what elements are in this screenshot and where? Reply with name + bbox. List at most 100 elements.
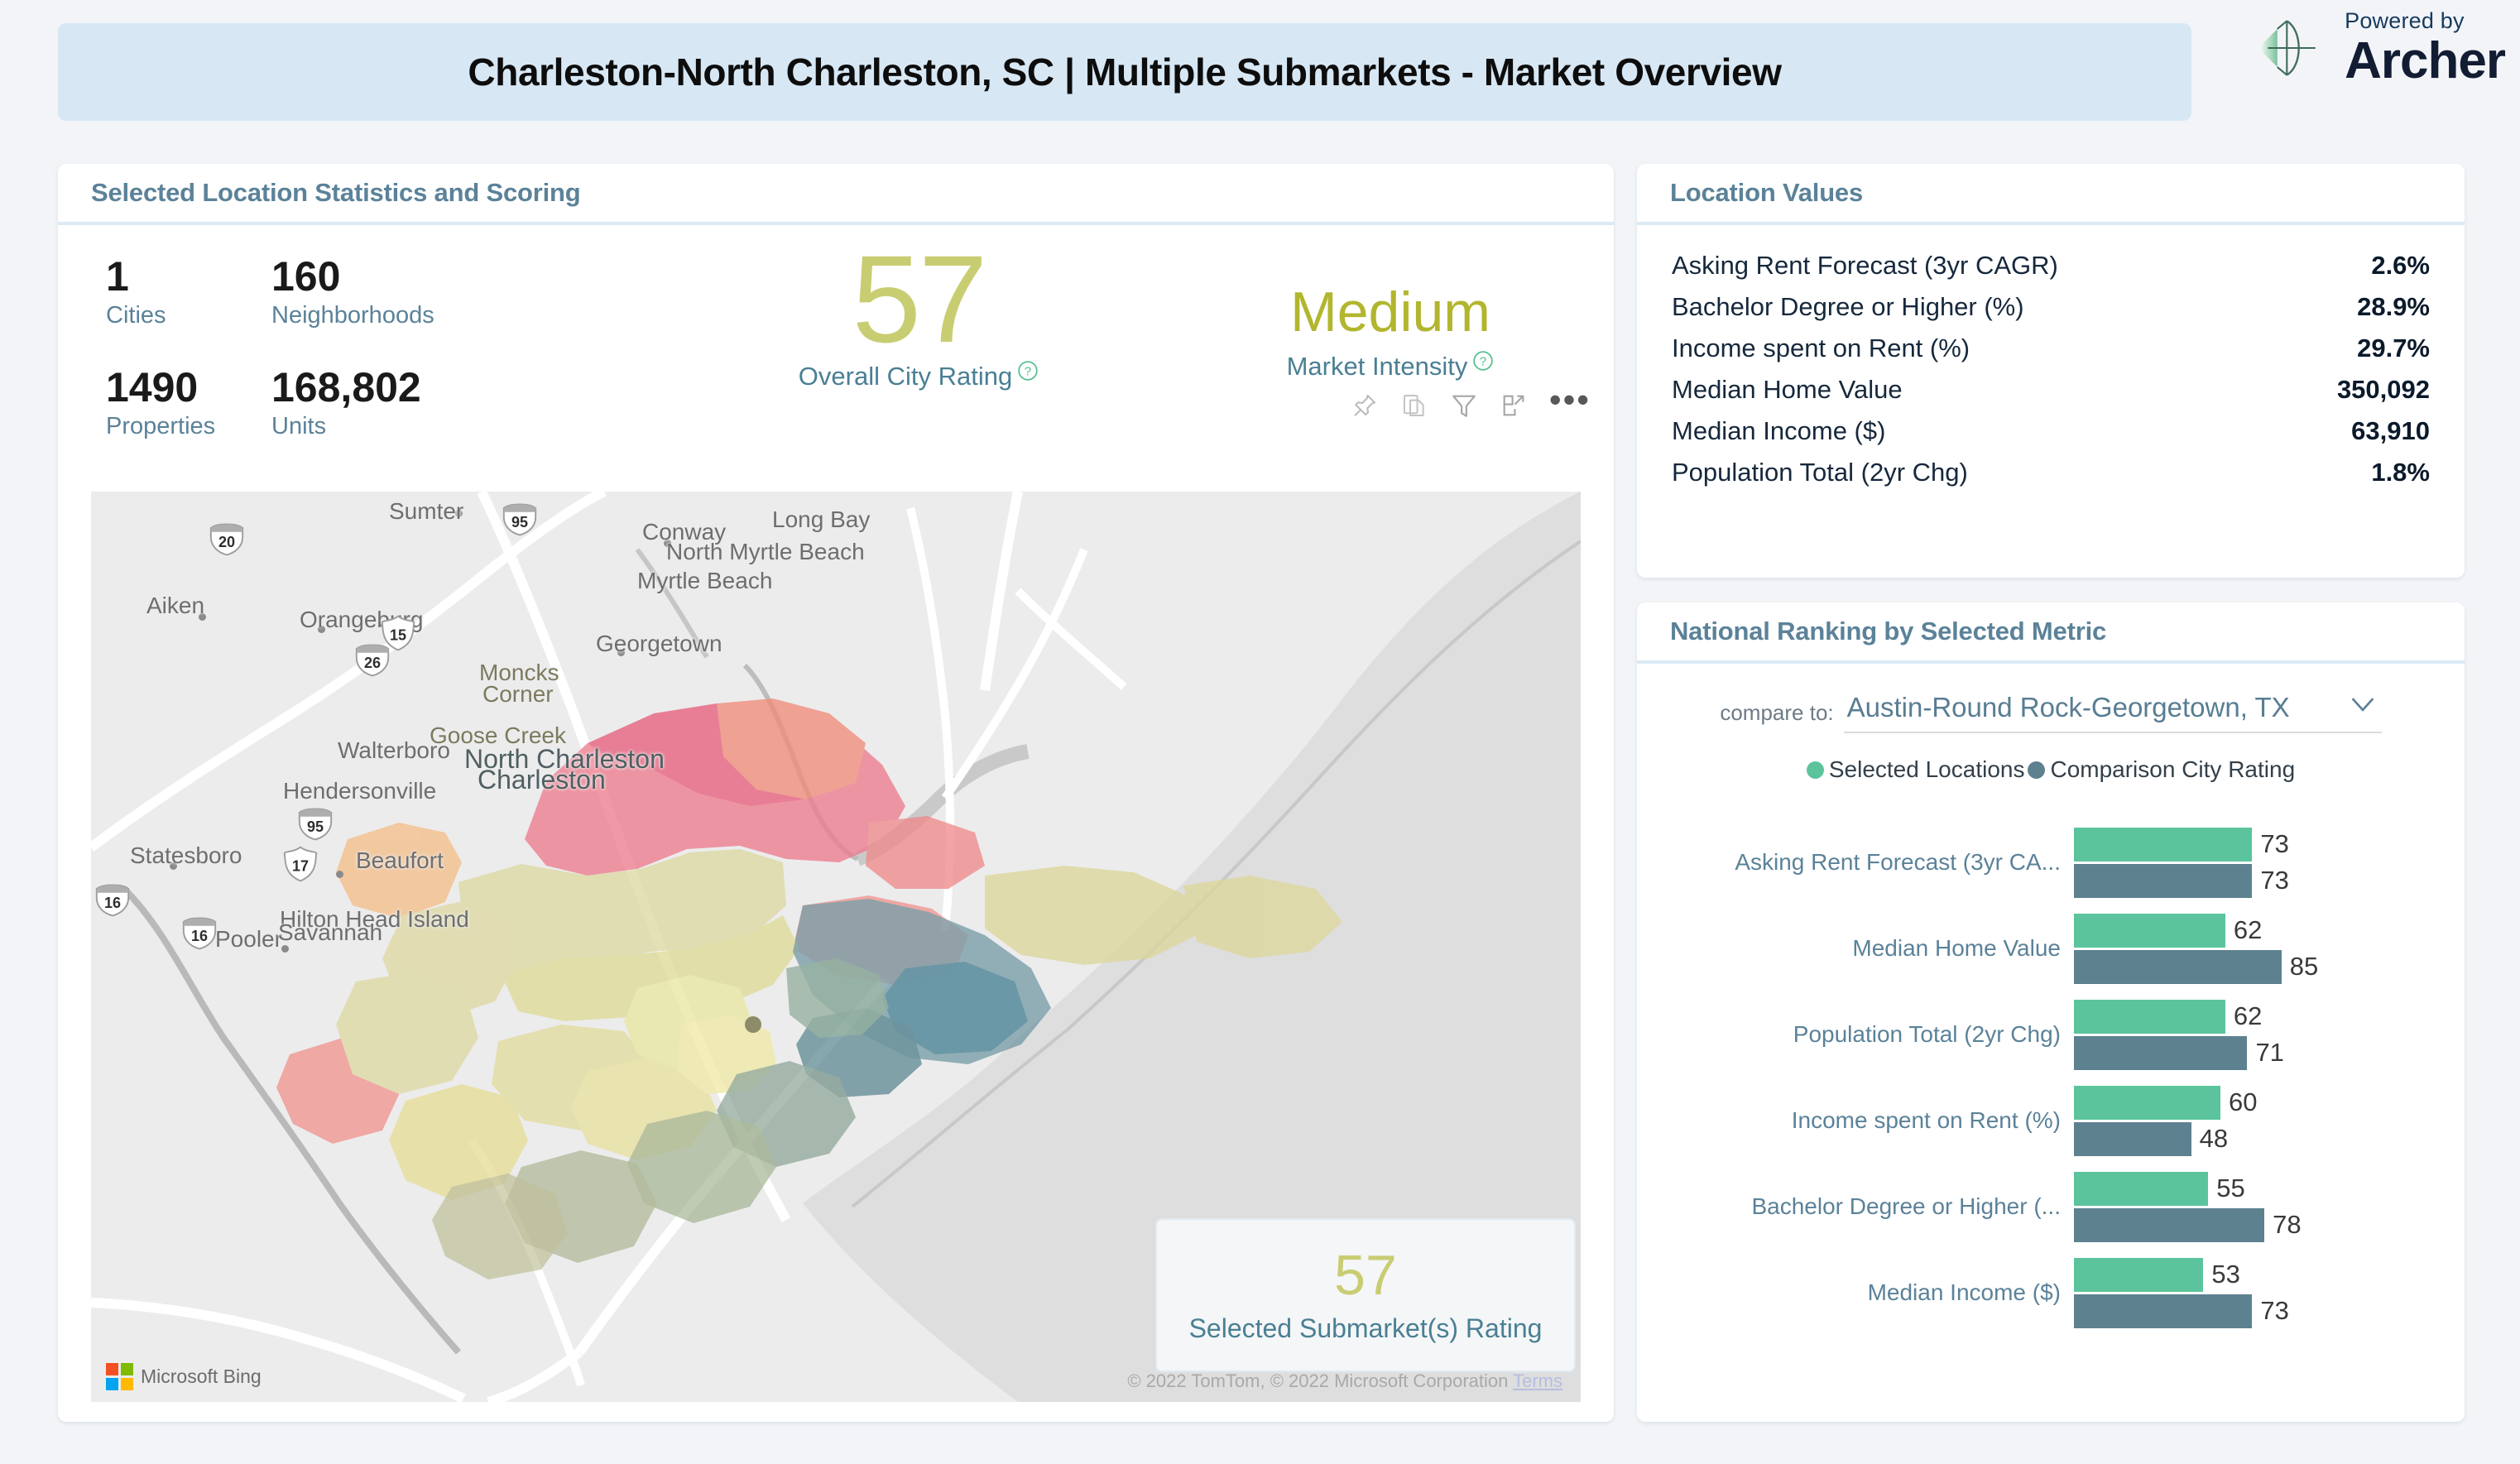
ranking-bar-row[interactable]: Median Home Value 62 85 <box>1655 905 2465 991</box>
highway-number: 17 <box>292 857 309 874</box>
legend-item-comparison-city-rating[interactable]: Comparison City Rating <box>2028 756 2295 783</box>
overall-city-rating-value: 57 <box>852 229 988 368</box>
map-terms-link[interactable]: Terms <box>1513 1370 1562 1391</box>
ranking-bar-label: Population Total (2yr Chg) <box>1793 1021 2061 1047</box>
bar-comparison-city[interactable]: 71 <box>2074 1034 2465 1071</box>
bar-fill <box>2074 1035 2248 1070</box>
ranking-bar-label: Asking Rent Forecast (3yr CA... <box>1735 849 2061 875</box>
bar-fill <box>2074 1121 2191 1156</box>
bar-value-label: 62 <box>2233 915 2263 944</box>
location-values-list: Asking Rent Forecast (3yr CAGR) 2.6% Bache… <box>1637 225 2465 498</box>
kpi-properties-label: Properties <box>106 412 216 439</box>
visual-actions-toolbar: ••• <box>1351 382 1591 420</box>
bar-comparison-city[interactable]: 73 <box>2074 862 2465 899</box>
bar-comparison-city[interactable]: 78 <box>2074 1207 2465 1243</box>
bar-selected-location[interactable]: 53 <box>2074 1256 2465 1293</box>
location-value-name: Income spent on Rent (%) <box>1672 334 1970 362</box>
more-options-icon[interactable]: ••• <box>1549 382 1591 420</box>
map-attribution: © 2022 TomTom, © 2022 Microsoft Corporat… <box>1127 1370 1562 1392</box>
location-values-header: Location Values <box>1637 164 2465 225</box>
map-city-dot <box>455 510 463 517</box>
brand-logo: Powered by Archer <box>2254 7 2506 89</box>
highway-number: 16 <box>104 895 121 911</box>
bar-value-label: 73 <box>2260 866 2289 895</box>
map-city-dot <box>318 626 325 633</box>
question-circle-icon[interactable]: ? <box>1472 350 1494 372</box>
bar-selected-location[interactable]: 62 <box>2074 912 2465 948</box>
location-value-row: Median Home Value 350,092 <box>1672 374 2430 415</box>
kpi-neighborhoods-value: 160 <box>271 253 341 300</box>
location-value-name: Median Home Value <box>1672 375 1903 404</box>
ranking-bar-label: Income spent on Rent (%) <box>1791 1107 2061 1133</box>
ranking-bar-row[interactable]: Income spent on Rent (%) 60 48 <box>1655 1078 2465 1164</box>
bar-selected-location[interactable]: 62 <box>2074 998 2465 1034</box>
ranking-bar-row[interactable]: Population Total (2yr Chg) 62 71 <box>1655 991 2465 1078</box>
ranking-bar-pair: 73 73 <box>2074 826 2465 899</box>
pin-icon[interactable] <box>1351 391 1379 420</box>
legend-item-selected-locations[interactable]: Selected Locations <box>1806 756 2024 783</box>
market-intensity-label: Market Intensity <box>1286 352 1468 382</box>
title-bar-inner: Charleston-North Charleston, SC | Multip… <box>58 23 2191 121</box>
compare-to-label: compare to: <box>1720 699 1834 725</box>
highway-number: 95 <box>511 514 528 530</box>
kpi-units-value: 168,802 <box>271 364 421 410</box>
ranking-bar-pair: 62 85 <box>2074 912 2465 985</box>
highway-number: 26 <box>364 655 381 671</box>
ranking-bar-row[interactable]: Median Income ($) 53 73 <box>1655 1250 2465 1336</box>
filter-icon[interactable] <box>1450 391 1478 420</box>
powered-by-label: Powered by <box>2345 7 2465 33</box>
ranking-bar-label: Bachelor Degree or Higher (... <box>1751 1193 2061 1219</box>
copy-icon[interactable] <box>1400 391 1428 420</box>
market-intensity: Medium Market Intensity ? <box>1208 282 1572 382</box>
selected-location-statistics-card: Selected Location Statistics and Scoring… <box>58 164 1614 1422</box>
bar-selected-location[interactable]: 60 <box>2074 1084 2465 1121</box>
bar-value-label: 71 <box>2255 1038 2284 1067</box>
bar-value-label: 85 <box>2289 952 2319 981</box>
overall-city-rating-label: Overall City Rating <box>798 361 1013 391</box>
location-value-name: Population Total (2yr Chg) <box>1672 458 1968 487</box>
legend-label: Comparison City Rating <box>2050 756 2296 782</box>
chevron-down-icon[interactable] <box>2349 695 2377 713</box>
location-values-card: Location Values Asking Rent Forecast (3y… <box>1637 164 2465 578</box>
ranking-bar-row[interactable]: Asking Rent Forecast (3yr CA... 73 73 <box>1655 819 2465 905</box>
highway-number: 95 <box>307 818 324 835</box>
comparison-city-dropdown[interactable]: Austin-Round Rock-Georgetown, TX <box>1843 692 2382 733</box>
question-circle-icon[interactable]: ? <box>1017 360 1039 382</box>
highway-number: 20 <box>218 534 235 550</box>
stats-card-header: Selected Location Statistics and Scoring <box>58 164 1614 225</box>
bar-value-label: 55 <box>2216 1174 2245 1202</box>
bar-comparison-city[interactable]: 73 <box>2074 1293 2465 1329</box>
map-city-dot <box>336 871 343 878</box>
location-value-number: 28.9% <box>2357 292 2430 321</box>
ranking-bar-chart: Asking Rent Forecast (3yr CA... 73 73 Media… <box>1637 819 2465 1336</box>
bar-selected-location[interactable]: 73 <box>2074 826 2465 862</box>
map-attribution-text: © 2022 TomTom, © 2022 Microsoft Corporat… <box>1127 1370 1509 1391</box>
bar-value-label: 73 <box>2260 829 2289 858</box>
bar-value-label: 60 <box>2229 1087 2258 1116</box>
legend-swatch <box>1806 761 1824 779</box>
location-value-row: Income spent on Rent (%) 29.7% <box>1672 333 2430 374</box>
comparison-city-value: Austin-Round Rock-Georgetown, TX <box>1846 692 2290 722</box>
bar-selected-location[interactable]: 55 <box>2074 1170 2465 1207</box>
selected-submarket-rating-badge: 57 Selected Submarket(s) Rating <box>1155 1218 1576 1372</box>
market-map[interactable]: Sumter Conway Long Bay North Myrtle Beach My… <box>91 492 1581 1402</box>
map-city-dot <box>199 613 206 621</box>
ranking-bar-row[interactable]: Bachelor Degree or Higher (... 55 78 <box>1655 1164 2465 1250</box>
national-ranking-card: National Ranking by Selected Metric comp… <box>1637 602 2465 1422</box>
stats-card-title: Selected Location Statistics and Scoring <box>91 178 581 207</box>
brand-name: Archer <box>2345 31 2506 89</box>
location-value-row: Bachelor Degree or Higher (%) 28.9% <box>1672 291 2430 333</box>
location-values-title: Location Values <box>1670 178 1864 207</box>
bar-comparison-city[interactable]: 85 <box>2074 948 2465 985</box>
location-value-row: Population Total (2yr Chg) 1.8% <box>1672 457 2430 498</box>
location-value-number: 1.8% <box>2371 458 2430 487</box>
focus-mode-icon[interactable] <box>1500 391 1528 420</box>
location-value-number: 350,092 <box>2336 375 2430 404</box>
kpi-neighborhoods: 160 Neighborhoods <box>271 255 434 329</box>
highway-shield-icon: 16 <box>180 912 219 952</box>
ranking-bar-pair: 60 48 <box>2074 1084 2465 1157</box>
bar-comparison-city[interactable]: 48 <box>2074 1121 2465 1157</box>
ranking-bar-label: Median Income ($) <box>1867 1279 2061 1305</box>
ranking-bar-pair: 55 78 <box>2074 1170 2465 1243</box>
bar-value-label: 48 <box>2199 1124 2229 1153</box>
